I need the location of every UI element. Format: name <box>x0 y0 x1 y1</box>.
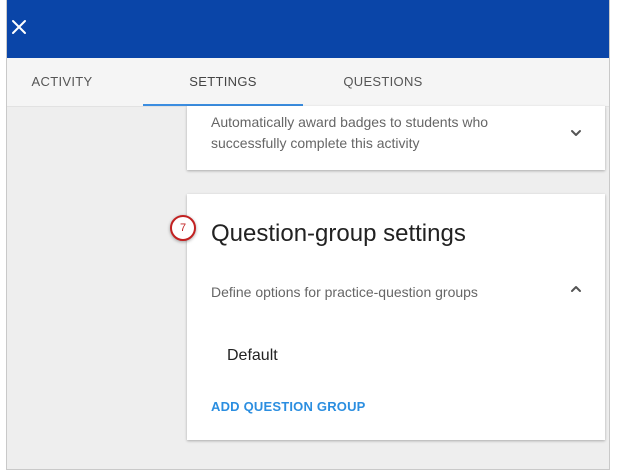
chevron-up-icon[interactable] <box>569 282 583 296</box>
question-group-card: Question-group settings Define options f… <box>187 194 605 440</box>
badges-card: Automatically award badges to students w… <box>187 106 605 170</box>
tab-settings[interactable]: SETTINGS <box>143 58 303 106</box>
question-group-item-default[interactable]: Default <box>227 347 278 365</box>
app-bar <box>7 0 609 58</box>
badges-description: Automatically award badges to students w… <box>211 114 489 151</box>
settings-window: ACTIVITY SETTINGS QUESTIONS Automaticall… <box>6 0 610 470</box>
step-annotation-badge: 7 <box>170 215 196 241</box>
chevron-down-icon[interactable] <box>569 126 583 140</box>
tab-questions[interactable]: QUESTIONS <box>303 58 463 106</box>
add-question-group-button[interactable]: ADD QUESTION GROUP <box>211 399 366 414</box>
section-description: Define options for practice-question gro… <box>211 284 478 300</box>
tab-bar: ACTIVITY SETTINGS QUESTIONS <box>7 58 609 107</box>
tab-activity[interactable]: ACTIVITY <box>7 58 117 106</box>
section-title: Question-group settings <box>211 220 466 247</box>
close-icon[interactable] <box>11 19 27 35</box>
